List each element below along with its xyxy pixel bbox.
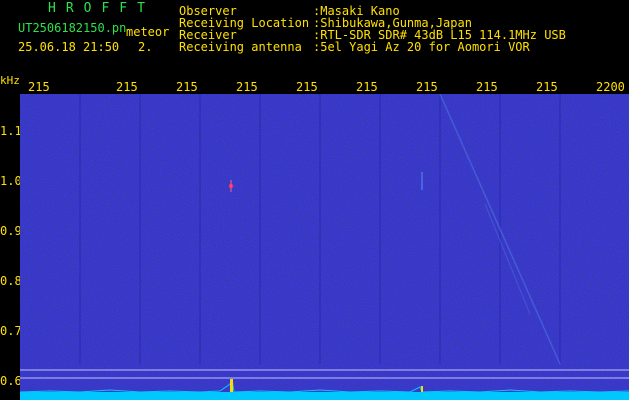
x-tick-label: 215 [536,80,558,94]
x-tick-label: 215 [28,80,50,94]
x-tick-label: 2200 [596,80,625,94]
antenna-value: :5el Yagi Az 20 for Aomori VOR [313,40,530,54]
y-tick-label: 1.0 [0,174,22,188]
x-tick-label: 215 [356,80,378,94]
image-index: 2. [138,40,153,54]
power-trace [20,392,629,400]
x-tick-label: 215 [236,80,258,94]
y-tick-label: 0.7 [0,324,22,338]
x-tick-label: 215 [416,80,438,94]
power-peak [421,386,423,392]
y-tick-label: 0.8 [0,274,22,288]
x-tick-label: 215 [296,80,318,94]
header-panel: HROFFT UT2506182150.pn meteor 25.06.18 2… [0,0,629,72]
brand-title: HROFFT [48,1,155,16]
antenna-label: Receiving antenna [179,40,302,54]
timestamp: 25.06.18 21:50 [18,40,120,54]
y-tick-label: 1.1 [0,124,22,138]
file-suffix: meteor [126,25,170,39]
x-tick-label: 215 [116,80,138,94]
x-tick-label: 215 [176,80,198,94]
y-tick-label: 0.9 [0,224,22,238]
y-axis-unit: kHz [0,74,20,87]
waterfall-noise [20,94,629,400]
file-name: UT2506182150.pn [18,21,127,35]
y-tick-label: 0.6 [0,374,22,388]
waterfall-spectrogram [20,94,629,400]
x-tick-label: 215 [476,80,498,94]
power-peak [230,379,233,392]
